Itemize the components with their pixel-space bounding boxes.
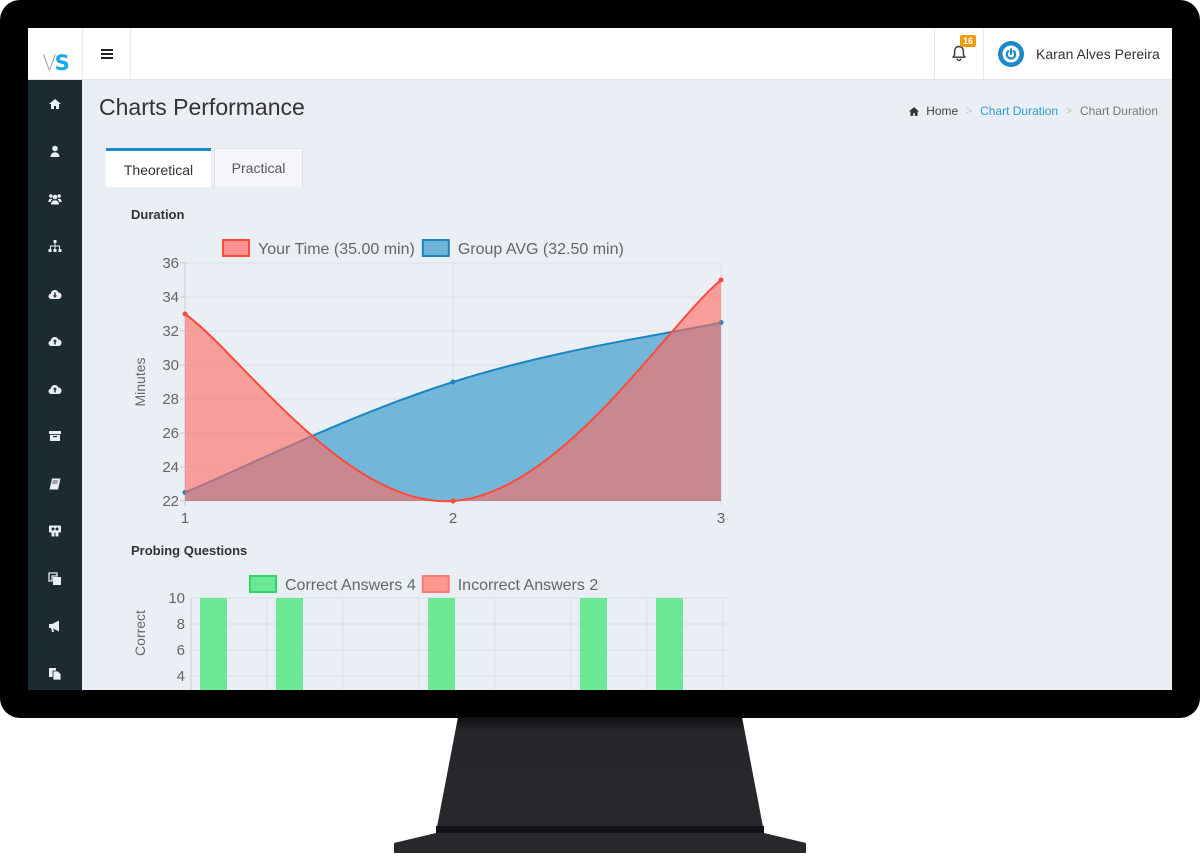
stand-shadow <box>436 826 764 834</box>
bar-0 <box>200 598 227 690</box>
legend-swatch-1 <box>421 575 450 593</box>
stand-base <box>394 833 806 853</box>
legend-label-1: Incorrect Answers 2 <box>458 577 599 594</box>
y-tick-label: 4 <box>177 668 185 685</box>
y-tick-label: 6 <box>177 642 185 659</box>
bar-0 <box>580 598 607 690</box>
probing-chart: 4 6 8 10 Correct Correct Answers 4 Incorrect A… <box>132 575 727 690</box>
screen: VS 16 Karan Alves Pereira Charts Perform… <box>28 28 1172 690</box>
stand-neck <box>436 717 764 832</box>
y-axis-label: Correct <box>132 610 148 656</box>
bar-0 <box>656 598 683 690</box>
legend-label-0: Correct Answers 4 <box>285 577 416 594</box>
y-tick-label: 8 <box>177 616 185 633</box>
bar-0 <box>428 598 455 690</box>
y-tick-label: 10 <box>168 590 185 607</box>
bar-0 <box>276 598 303 690</box>
legend-swatch-0 <box>249 575 277 593</box>
